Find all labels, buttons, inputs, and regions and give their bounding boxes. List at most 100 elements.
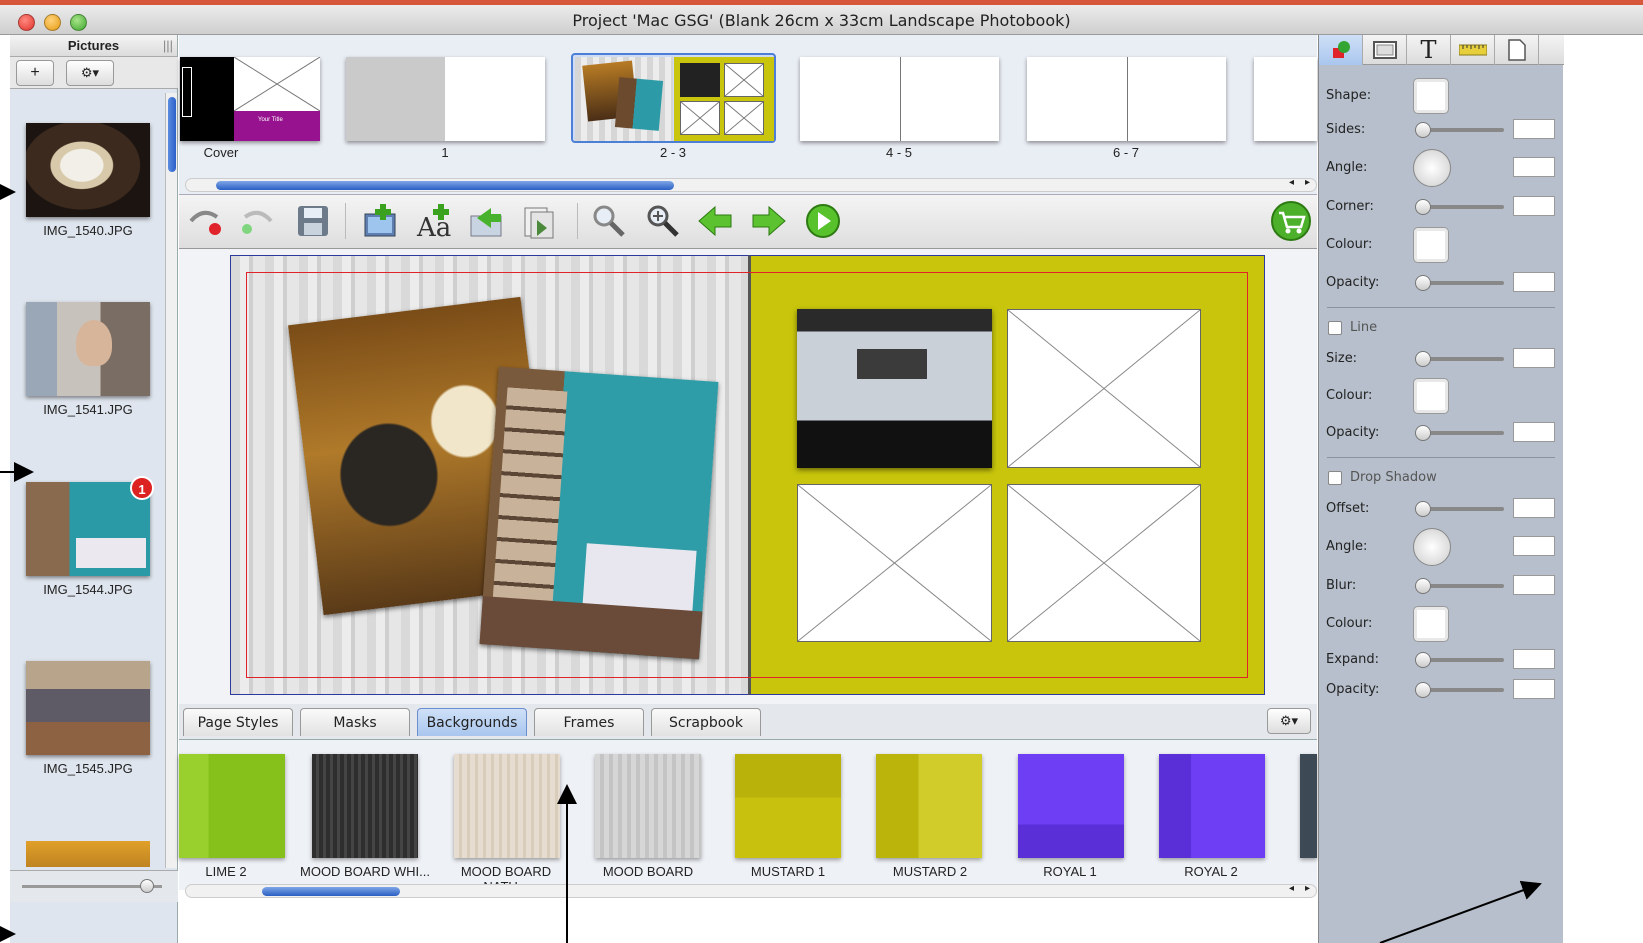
previous-page-icon[interactable] — [693, 201, 737, 241]
background-swatch[interactable] — [735, 754, 841, 858]
left-page[interactable] — [230, 255, 749, 695]
backgrounds-gear-button[interactable]: ⚙▾ — [1267, 708, 1311, 734]
picture-item-partial[interactable] — [26, 841, 150, 867]
picture-item[interactable]: IMG_1545.JPG — [26, 661, 150, 776]
zoom-in-icon[interactable] — [641, 201, 685, 241]
frame-tab-icon[interactable] — [1363, 35, 1407, 65]
background-swatch[interactable] — [1159, 754, 1265, 858]
value-field[interactable] — [1513, 119, 1555, 139]
page-tab-icon[interactable] — [1495, 35, 1539, 65]
slider-knob[interactable] — [1415, 652, 1431, 668]
slider-knob[interactable] — [1415, 275, 1431, 291]
text-tab-icon[interactable]: T — [1407, 35, 1451, 65]
picture-thumbnail[interactable] — [26, 123, 150, 217]
value-field[interactable] — [1513, 536, 1555, 556]
value-slider[interactable] — [1415, 652, 1504, 668]
value-field[interactable] — [1513, 157, 1555, 177]
picture-item[interactable]: IMG_1541.JPG — [26, 302, 150, 417]
scroll-knob[interactable] — [168, 97, 176, 172]
slider-knob[interactable] — [1415, 578, 1431, 594]
background-swatch[interactable] — [312, 754, 418, 858]
value-slider[interactable] — [1415, 501, 1504, 517]
background-swatch[interactable] — [595, 754, 701, 858]
next-page-icon[interactable] — [747, 201, 791, 241]
value-slider[interactable] — [1415, 578, 1504, 594]
empty-photo-placeholder[interactable] — [1007, 484, 1201, 642]
value-slider[interactable] — [1415, 199, 1504, 215]
redo-icon[interactable] — [235, 201, 279, 241]
empty-photo-placeholder[interactable] — [797, 484, 992, 642]
ruler-tab-icon[interactable] — [1451, 35, 1495, 65]
photo-frame[interactable] — [479, 366, 719, 660]
pictures-scrollbar[interactable] — [165, 93, 177, 868]
value-field[interactable] — [1513, 575, 1555, 595]
undo-icon[interactable] — [183, 201, 227, 241]
slider-knob[interactable] — [140, 879, 154, 893]
picture-thumbnail[interactable] — [26, 302, 150, 396]
photo-frame[interactable] — [797, 309, 992, 468]
export-icon[interactable] — [517, 201, 561, 241]
picture-thumbnail[interactable] — [26, 482, 150, 576]
tab-backgrounds[interactable]: Backgrounds — [417, 708, 527, 736]
background-swatch[interactable] — [876, 754, 982, 858]
value-field[interactable] — [1513, 272, 1555, 292]
line-checkbox[interactable] — [1328, 321, 1342, 335]
spread-6-7[interactable] — [1027, 57, 1226, 141]
right-page[interactable] — [748, 255, 1265, 695]
scroll-left-arrow-icon[interactable]: ◂ — [1289, 883, 1294, 894]
tab-page-styles[interactable]: Page Styles — [183, 708, 293, 736]
tab-masks[interactable]: Masks — [300, 708, 410, 736]
pane-resize-icon[interactable]: ||| — [163, 35, 173, 57]
slider-knob[interactable] — [1415, 199, 1431, 215]
scroll-left-arrow-icon[interactable]: ◂ — [1289, 177, 1294, 188]
save-icon[interactable] — [291, 201, 335, 241]
scroll-right-arrow-icon[interactable]: ▸ — [1305, 177, 1310, 188]
background-swatch[interactable] — [179, 754, 285, 858]
spread-1[interactable] — [346, 57, 545, 141]
picture-thumbnail[interactable] — [26, 661, 150, 755]
colour-well[interactable] — [1413, 78, 1449, 114]
picture-thumbnail[interactable] — [26, 841, 150, 867]
angle-dial[interactable] — [1413, 149, 1451, 187]
shopping-cart-icon[interactable] — [1269, 201, 1313, 241]
tab-scrapbook[interactable]: Scrapbook — [651, 708, 761, 736]
tab-frames[interactable]: Frames — [534, 708, 644, 736]
value-field[interactable] — [1513, 422, 1555, 442]
picture-item[interactable]: 1 IMG_1544.JPG — [26, 476, 154, 597]
spread-cover[interactable]: Your Title — [180, 56, 321, 141]
zoom-out-icon[interactable] — [587, 201, 631, 241]
add-text-icon[interactable]: Aa — [413, 201, 457, 241]
value-field[interactable] — [1513, 348, 1555, 368]
add-picture-button[interactable]: + — [16, 60, 54, 86]
value-field[interactable] — [1513, 498, 1555, 518]
pictures-gear-button[interactable]: ⚙▾ — [66, 60, 114, 86]
colour-well[interactable] — [1413, 378, 1449, 414]
scroll-knob[interactable] — [262, 887, 400, 896]
spread-partial[interactable] — [1254, 57, 1317, 141]
scroll-knob[interactable] — [216, 181, 674, 190]
import-icon[interactable] — [465, 201, 509, 241]
background-swatch[interactable] — [1018, 754, 1124, 858]
value-slider[interactable] — [1415, 122, 1504, 138]
spread-2-3-selected[interactable] — [571, 53, 776, 143]
value-slider[interactable] — [1415, 682, 1504, 698]
value-slider[interactable] — [1415, 351, 1504, 367]
value-field[interactable] — [1513, 196, 1555, 216]
background-swatch-partial[interactable] — [1300, 754, 1317, 858]
slider-knob[interactable] — [1415, 425, 1431, 441]
slider-knob[interactable] — [1415, 501, 1431, 517]
picture-item[interactable]: IMG_1540.JPG — [26, 123, 150, 238]
add-picture-icon[interactable] — [359, 201, 403, 241]
slider-knob[interactable] — [1415, 351, 1431, 367]
drop-shadow-checkbox[interactable] — [1328, 471, 1342, 485]
scroll-right-arrow-icon[interactable]: ▸ — [1305, 883, 1310, 894]
spread-4-5[interactable] — [800, 57, 999, 141]
colour-well[interactable] — [1413, 227, 1449, 263]
backgrounds-scrollbar[interactable]: ◂ ▸ — [185, 883, 1317, 898]
value-field[interactable] — [1513, 649, 1555, 669]
value-slider[interactable] — [1415, 425, 1504, 441]
value-field[interactable] — [1513, 679, 1555, 699]
page-strip-scrollbar[interactable]: ◂ ▸ — [185, 177, 1317, 192]
value-slider[interactable] — [1415, 275, 1504, 291]
angle-dial[interactable] — [1413, 528, 1451, 566]
